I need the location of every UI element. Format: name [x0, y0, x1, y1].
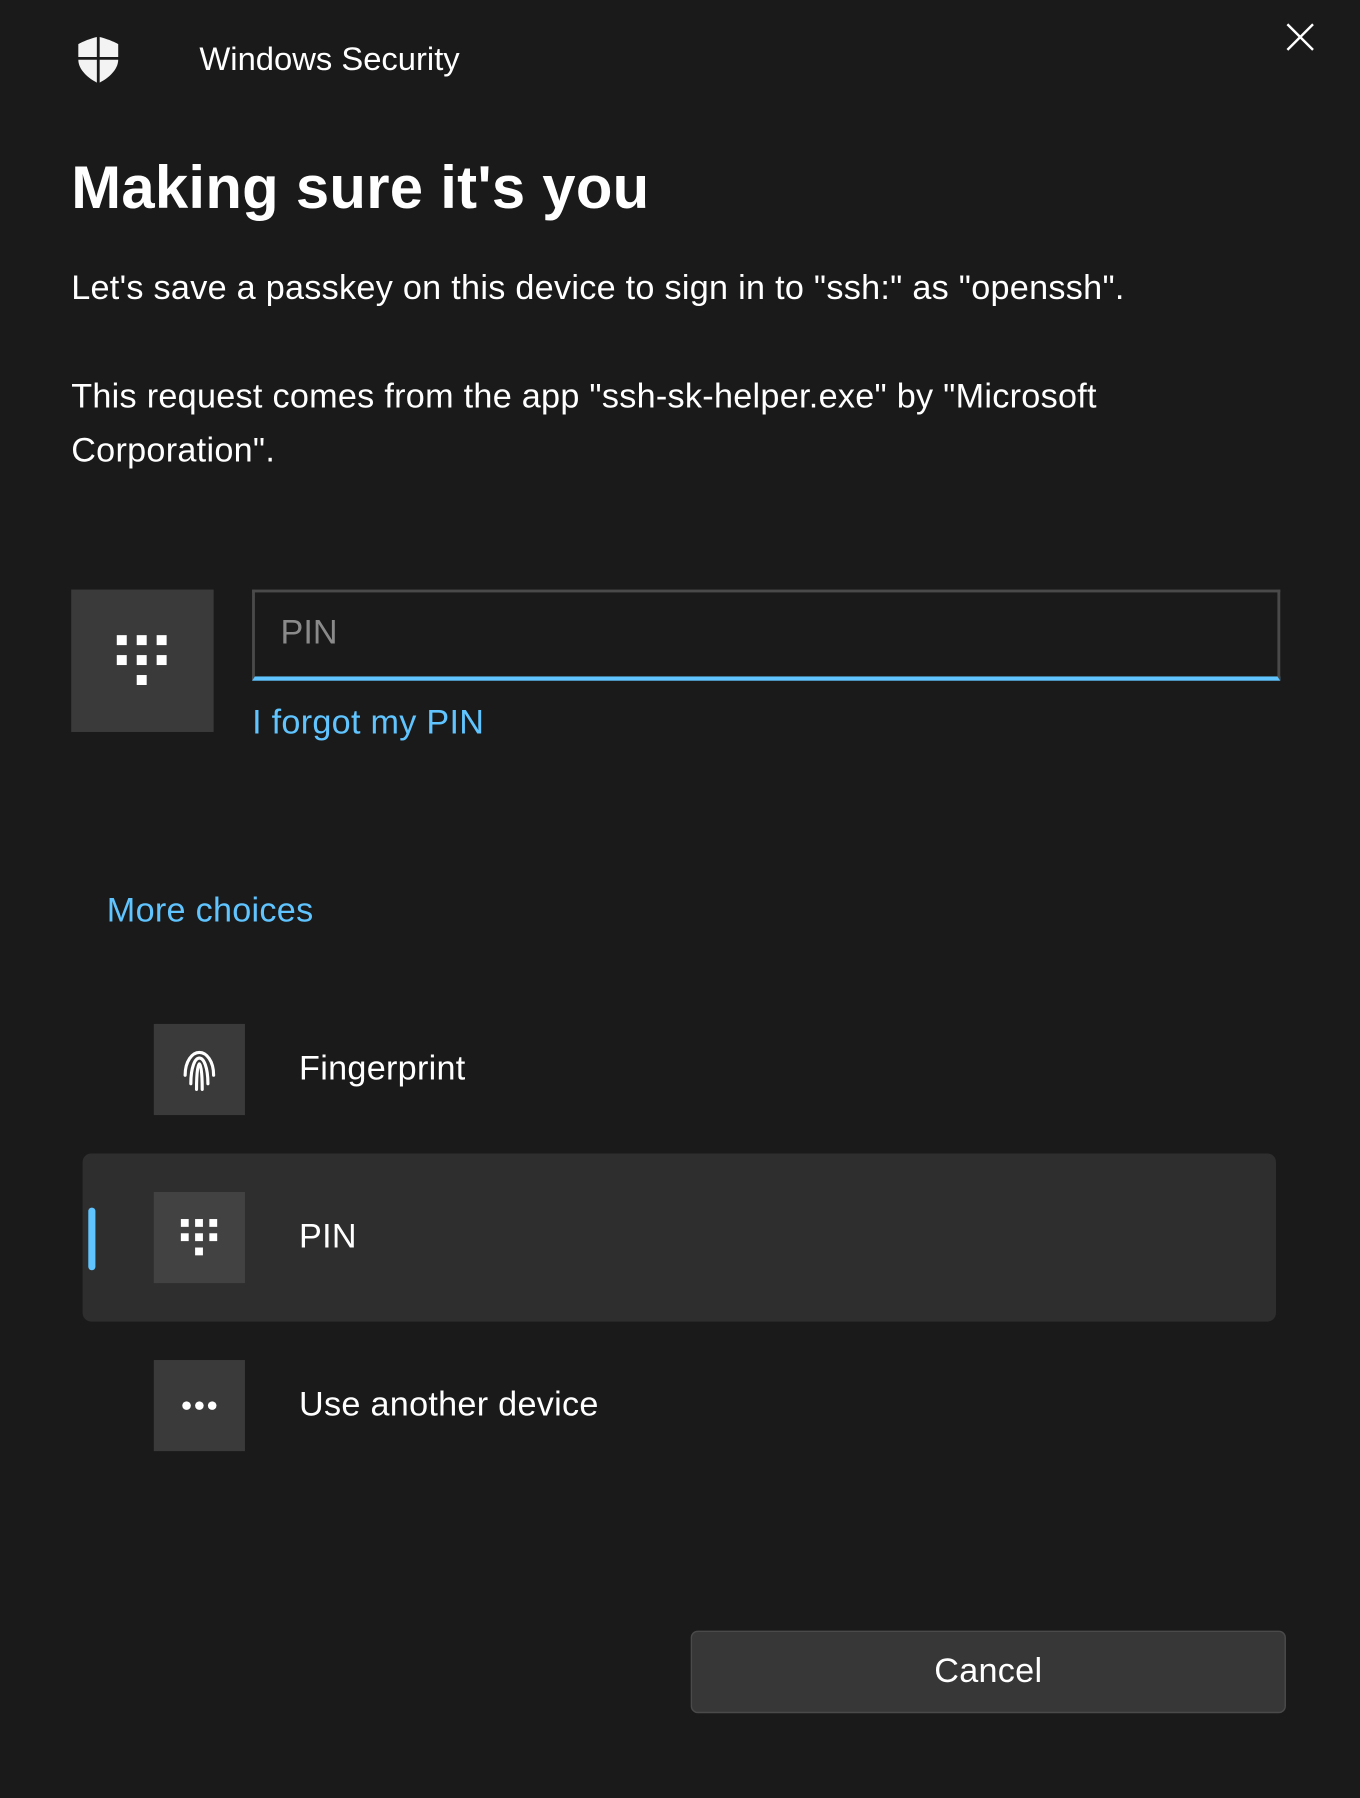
pin-pad-icon [71, 589, 213, 731]
pin-pad-icon [154, 1192, 245, 1283]
windows-security-dialog: Windows Security Making sure it's you Le… [0, 0, 1360, 1770]
forgot-pin-link[interactable]: I forgot my PIN [252, 703, 484, 743]
choice-another-device[interactable]: Use another device [83, 1321, 1289, 1489]
choice-label: Use another device [299, 1385, 599, 1425]
pin-entry-row: I forgot my PIN [71, 589, 1289, 743]
choice-fingerprint[interactable]: Fingerprint [83, 985, 1289, 1153]
fingerprint-icon [154, 1024, 245, 1115]
choice-pin[interactable]: PIN [83, 1153, 1276, 1321]
choice-label: Fingerprint [299, 1049, 466, 1089]
page-title: Making sure it's you [71, 154, 1289, 222]
dialog-footer: Cancel [691, 1631, 1286, 1714]
pin-input-group: I forgot my PIN [252, 589, 1289, 743]
ellipsis-icon [154, 1360, 245, 1451]
choices-list: Fingerprint [83, 985, 1289, 1489]
more-choices-link[interactable]: More choices [107, 891, 1289, 931]
app-title: Windows Security [199, 39, 459, 77]
close-icon [1285, 21, 1316, 59]
description-text-2: This request comes from the app "ssh-sk-… [71, 370, 1289, 478]
close-button[interactable] [1280, 20, 1320, 60]
pin-input[interactable] [252, 589, 1280, 680]
dialog-content: Making sure it's you Let's save a passke… [0, 100, 1360, 1490]
dialog-header: Windows Security [0, 0, 1360, 100]
cancel-button[interactable]: Cancel [691, 1631, 1286, 1714]
choice-label: PIN [299, 1217, 357, 1257]
description-text-1: Let's save a passkey on this device to s… [71, 262, 1289, 316]
shield-icon [71, 31, 125, 85]
